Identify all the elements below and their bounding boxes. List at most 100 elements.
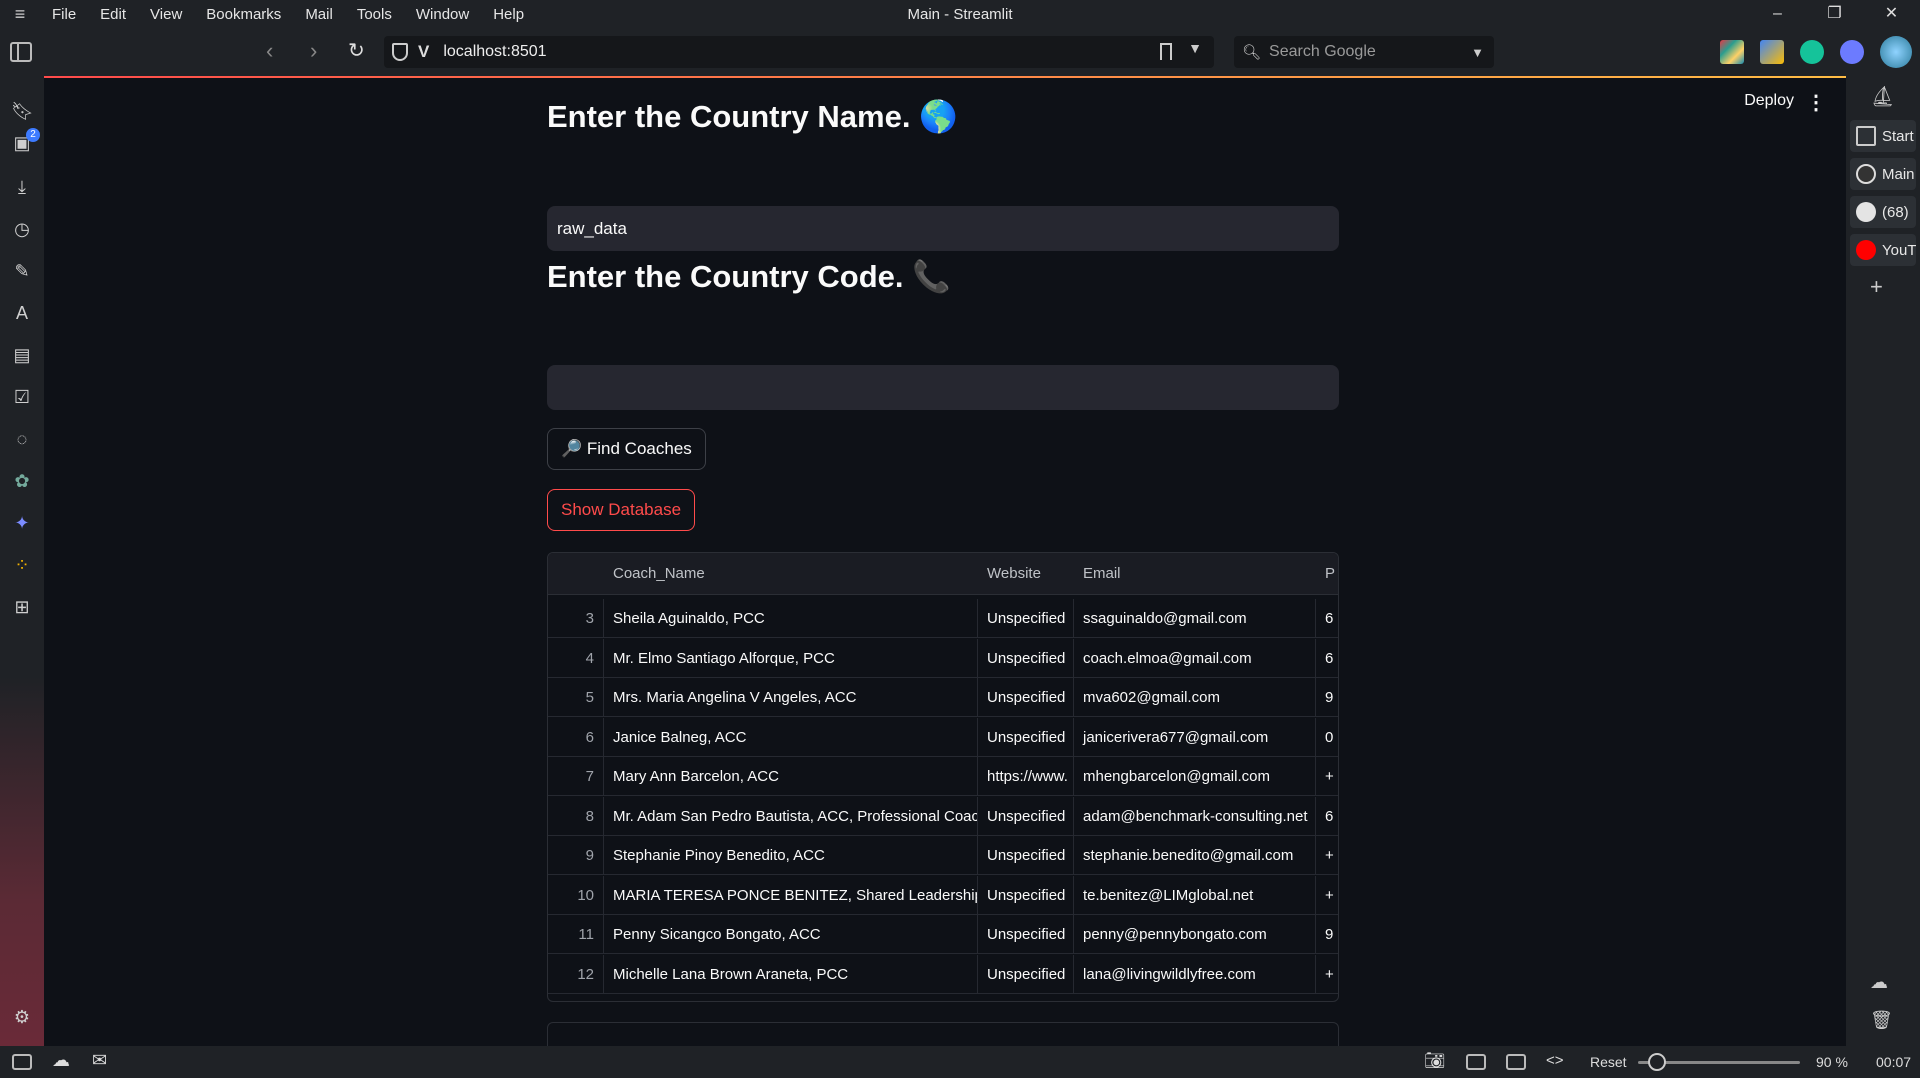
website-cell[interactable]: Unspecified bbox=[978, 717, 1074, 757]
tasks-icon[interactable]: ☑ bbox=[11, 386, 33, 408]
deploy-button[interactable]: Deploy bbox=[1744, 92, 1794, 110]
gemini-icon[interactable]: ✦ bbox=[11, 512, 33, 534]
notes-icon[interactable]: ✎ bbox=[11, 260, 33, 282]
email-cell[interactable]: penny@pennybongato.com bbox=[1074, 915, 1316, 954]
mail-icon[interactable]: ✉ bbox=[92, 1050, 107, 1071]
coach-name-cell[interactable]: Stephanie Pinoy Benedito, ACC bbox=[604, 836, 978, 875]
zoom-reset-button[interactable]: Reset bbox=[1590, 1054, 1627, 1070]
page-tiling-icon[interactable] bbox=[1506, 1054, 1526, 1070]
table-row[interactable]: 3 Sheila Aguinaldo, PCC Unspecified ssaguin… bbox=[548, 599, 1338, 638]
bookmarks-icon[interactable]: 🔖︎ bbox=[11, 100, 34, 122]
table-row[interactable]: 11 Penny Sicangco Bongato, ACC Unspecified… bbox=[548, 915, 1338, 954]
restore-icon[interactable]: ❐ bbox=[1806, 0, 1863, 28]
menu-bookmarks[interactable]: Bookmarks bbox=[194, 6, 293, 23]
row-index[interactable]: 9 bbox=[548, 836, 604, 875]
download-icon[interactable]: ⤓ bbox=[11, 176, 33, 198]
table-row[interactable]: 7 Mary Ann Barcelon, ACC https://www. mheng… bbox=[548, 757, 1338, 796]
chatgpt-icon[interactable]: ✿ bbox=[11, 470, 33, 492]
country-name-input[interactable]: raw_data bbox=[547, 206, 1339, 251]
history-icon[interactable]: ◷ bbox=[11, 218, 33, 240]
menu-window[interactable]: Window bbox=[404, 6, 481, 23]
table-row[interactable]: 5 Mrs. Maria Angelina V Angeles, ACC Unspe… bbox=[548, 678, 1338, 717]
url-text[interactable]: localhost:8501 bbox=[443, 43, 546, 61]
extension-swirl-icon[interactable] bbox=[1840, 40, 1864, 64]
phone-cell[interactable]: + bbox=[1316, 757, 1338, 796]
search-field[interactable]: 🔍︎ Search Google ▼ bbox=[1234, 36, 1494, 68]
sailboat-icon[interactable]: ⛵︎ bbox=[1870, 84, 1895, 109]
menu-edit[interactable]: Edit bbox=[88, 6, 138, 23]
chevron-down-icon[interactable]: ▼ bbox=[1188, 40, 1202, 56]
cloud-icon[interactable]: ☁ bbox=[1870, 972, 1888, 993]
coach-name-cell[interactable]: Michelle Lana Brown Araneta, PCC bbox=[604, 954, 978, 994]
row-index[interactable]: 6 bbox=[548, 717, 604, 757]
email-cell[interactable]: coach.elmoa@gmail.com bbox=[1074, 638, 1316, 678]
close-icon[interactable]: ✕ bbox=[1863, 0, 1920, 28]
website-cell[interactable]: Unspecified bbox=[978, 638, 1074, 678]
chat-icon[interactable]: ◌ bbox=[11, 428, 33, 450]
phone-cell[interactable]: 6 bbox=[1316, 639, 1338, 678]
phone-cell[interactable]: 9 bbox=[1316, 915, 1338, 954]
coach-name-column-header[interactable]: Coach_Name bbox=[604, 553, 978, 594]
panel-toggle-icon[interactable] bbox=[10, 42, 32, 62]
row-index[interactable]: 7 bbox=[548, 757, 604, 796]
zoom-slider[interactable] bbox=[1638, 1053, 1800, 1071]
website-cell[interactable]: https://www. bbox=[978, 757, 1074, 796]
webpanel-notifications[interactable]: (68) bbox=[1850, 196, 1916, 228]
find-coaches-button[interactable]: 🔎 Find Coaches bbox=[547, 428, 706, 470]
index-column-header[interactable] bbox=[548, 553, 604, 594]
email-cell[interactable]: ssaguinaldo@gmail.com bbox=[1074, 599, 1316, 638]
show-database-button[interactable]: Show Database bbox=[547, 489, 696, 531]
email-cell[interactable]: mva602@gmail.com bbox=[1074, 678, 1316, 717]
settings-gear-icon[interactable]: ⚙ bbox=[11, 1006, 33, 1028]
screenshot-camera-icon[interactable]: 📷︎ bbox=[1424, 1051, 1446, 1071]
address-field[interactable]: V localhost:8501 ▼ bbox=[384, 36, 1214, 68]
coach-name-cell[interactable]: Sheila Aguinaldo, PCC bbox=[604, 599, 978, 638]
webpanel-main[interactable]: Main bbox=[1850, 158, 1916, 190]
phone-cell[interactable]: + bbox=[1316, 876, 1338, 915]
webpanel-start[interactable]: Start bbox=[1850, 120, 1916, 152]
row-index[interactable]: 10 bbox=[548, 875, 604, 915]
coach-name-cell[interactable]: Janice Balneg, ACC bbox=[604, 717, 978, 757]
back-icon[interactable]: ‹ bbox=[266, 38, 273, 64]
profile-avatar[interactable] bbox=[1880, 36, 1912, 68]
phone-column-header[interactable]: P bbox=[1316, 553, 1338, 594]
coach-name-cell[interactable]: Mrs. Maria Angelina V Angeles, ACC bbox=[604, 678, 978, 717]
coach-name-cell[interactable]: Mr. Adam San Pedro Bautista, ACC, Profes… bbox=[604, 796, 978, 836]
website-cell[interactable]: Unspecified bbox=[978, 915, 1074, 954]
zoom-slider-thumb[interactable] bbox=[1648, 1053, 1666, 1071]
website-cell[interactable]: Unspecified bbox=[978, 599, 1074, 638]
website-cell[interactable]: Unspecified bbox=[978, 678, 1074, 717]
website-cell[interactable]: Unspecified bbox=[978, 796, 1074, 836]
row-index[interactable]: 8 bbox=[548, 796, 604, 836]
row-index[interactable]: 4 bbox=[548, 638, 604, 678]
table-row[interactable]: 12 Michelle Lana Brown Araneta, PCC Unspec… bbox=[548, 954, 1338, 994]
phone-cell[interactable]: + bbox=[1316, 955, 1338, 994]
bookmark-icon[interactable] bbox=[1160, 43, 1172, 60]
email-cell[interactable]: adam@benchmark-consulting.net bbox=[1074, 796, 1316, 836]
phone-cell[interactable]: + bbox=[1316, 836, 1338, 875]
phone-cell[interactable]: 6 bbox=[1316, 797, 1338, 836]
menu-view[interactable]: View bbox=[138, 6, 194, 23]
sync-cloud-icon[interactable]: ☁ bbox=[52, 1050, 70, 1071]
coach-name-cell[interactable]: MARIA TERESA PONCE BENITEZ, Shared Leade… bbox=[604, 875, 978, 915]
row-index[interactable]: 12 bbox=[548, 954, 604, 994]
country-code-input[interactable] bbox=[547, 365, 1339, 410]
shield-icon[interactable] bbox=[392, 43, 408, 61]
email-cell[interactable]: stephanie.benedito@gmail.com bbox=[1074, 836, 1316, 875]
extension-translate-icon[interactable] bbox=[1760, 40, 1784, 64]
page-actions-icon[interactable]: <> bbox=[1546, 1052, 1564, 1069]
coach-name-cell[interactable]: Mr. Elmo Santiago Alforque, PCC bbox=[604, 638, 978, 678]
add-webpanel-icon[interactable]: + bbox=[1870, 274, 1883, 300]
email-column-header[interactable]: Email bbox=[1074, 553, 1316, 594]
calendar-icon[interactable]: ▤ bbox=[11, 344, 33, 366]
email-cell[interactable]: lana@livingwildlyfree.com bbox=[1074, 954, 1316, 994]
webpanel-youtube[interactable]: YouT bbox=[1850, 234, 1916, 266]
phone-cell[interactable]: 9 bbox=[1316, 678, 1338, 717]
forward-icon[interactable]: › bbox=[310, 38, 317, 64]
website-cell[interactable]: Unspecified bbox=[978, 836, 1074, 875]
table-row[interactable]: 8 Mr. Adam San Pedro Bautista, ACC, Profe… bbox=[548, 796, 1338, 836]
email-cell[interactable]: te.benitez@LIMglobal.net bbox=[1074, 875, 1316, 915]
website-cell[interactable]: Unspecified bbox=[978, 954, 1074, 994]
grammarly-icon[interactable] bbox=[1800, 40, 1824, 64]
chevron-down-icon[interactable]: ▼ bbox=[1471, 45, 1484, 60]
